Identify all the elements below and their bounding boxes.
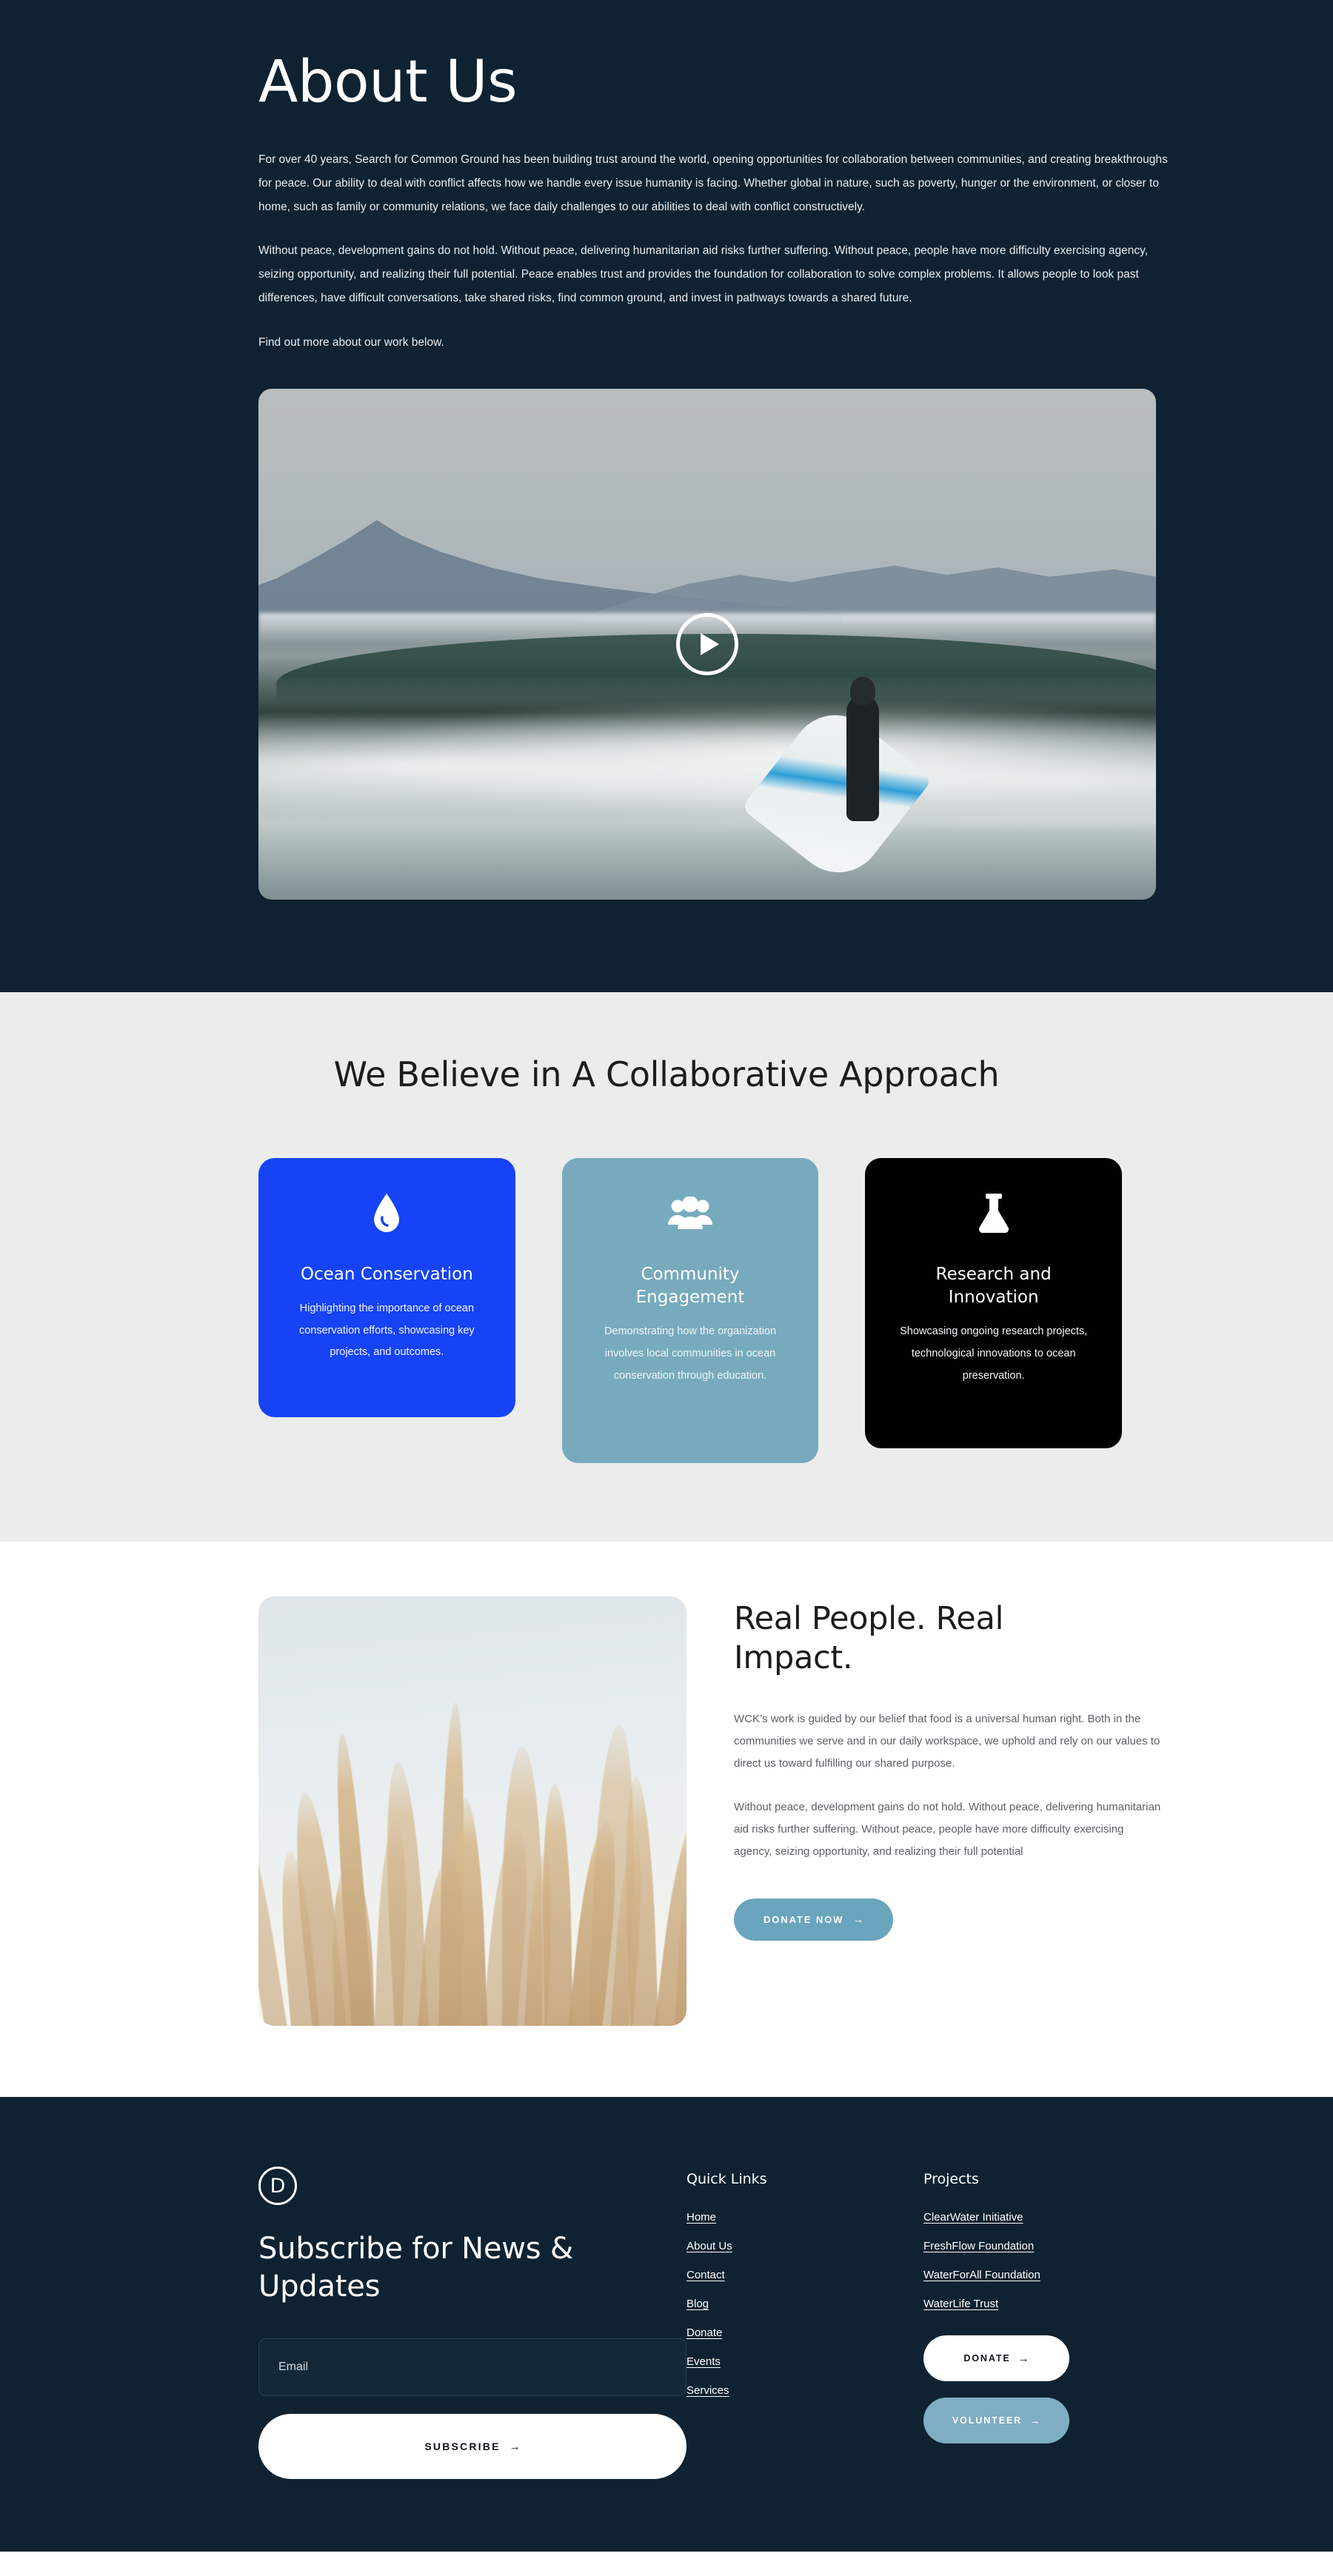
arrow-right-icon: → — [509, 2440, 521, 2453]
grass-blade — [541, 1783, 574, 2026]
projects-title: Projects — [923, 2171, 979, 2187]
video-player[interactable] — [258, 388, 1156, 900]
surfer-body — [846, 695, 879, 821]
brand-logo-letter: D — [270, 2174, 286, 2198]
footer-link-clearwater-initiative[interactable]: ClearWater Initiative — [923, 2211, 1168, 2224]
approach-card-title: Community Engagement — [635, 1265, 745, 1308]
arrow-right-icon: → — [1029, 2414, 1041, 2427]
sea-foam — [258, 705, 1156, 829]
real-people-heading: Real People. Real Impact. — [734, 1600, 1004, 1677]
hero-section: About Us For over 40 years, Search for C… — [0, 0, 1333, 992]
footer-link-waterlife-trust[interactable]: WaterLife Trust — [923, 2298, 1168, 2310]
approach-section: We Believe in A Collaborative Approach O… — [0, 992, 1333, 1542]
subscribe-button[interactable]: SUBSCRIBE → — [258, 2414, 686, 2480]
footer-link-freshflow-foundation[interactable]: FreshFlow Foundation — [923, 2240, 1168, 2252]
approach-card-body: Highlighting the importance of ocean con… — [298, 1302, 475, 1359]
quick-links-title: Quick Links — [686, 2171, 767, 2187]
real-people-paragraph-2: Without peace, development gains do not … — [734, 1800, 1161, 1859]
footer-column-projects: Projects ClearWater Initiative FreshFlow… — [923, 2167, 1168, 2479]
footer-link-blog[interactable]: Blog — [686, 2298, 923, 2310]
approach-card-body: Showcasing ongoing research projects, te… — [900, 1325, 1088, 1382]
pampas-grass-image — [258, 1596, 686, 2026]
footer: D Subscribe for News & Updates SUBSCRIBE… — [0, 2097, 1333, 2552]
real-people-paragraph-1: WCK’s work is guided by our belief that … — [734, 1712, 1160, 1770]
play-icon[interactable] — [676, 612, 738, 675]
footer-donate-label: DONATE — [963, 2353, 1011, 2363]
arrow-right-icon: → — [1018, 2352, 1029, 2365]
approach-card-title: Research and Innovation — [935, 1265, 1052, 1308]
page-title: About Us — [258, 49, 518, 116]
hero-paragraph-1: For over 40 years, Search for Common Gro… — [258, 153, 1168, 214]
approach-heading: We Believe in A Collaborative Approach — [333, 1054, 1000, 1094]
about-us-page: About Us For over 40 years, Search for C… — [0, 0, 1333, 2576]
email-field[interactable] — [258, 2338, 686, 2397]
real-people-section: Real People. Real Impact. WCK’s work is … — [0, 1542, 1333, 2097]
surfer-head — [849, 677, 875, 706]
footer-link-about-us[interactable]: About Us — [686, 2240, 923, 2252]
approach-card-research-and-innovation[interactable]: Research and Innovation Showcasing ongoi… — [865, 1158, 1123, 1448]
play-triangle — [701, 632, 719, 655]
footer-donate-button[interactable]: DONATE → — [923, 2335, 1069, 2381]
approach-card-body: Demonstrating how the organization invol… — [604, 1325, 777, 1382]
footer-link-home[interactable]: Home — [686, 2211, 923, 2224]
footer-link-contact[interactable]: Contact — [686, 2269, 923, 2281]
footer-volunteer-label: VOLUNTEER — [952, 2415, 1023, 2426]
footer-link-donate[interactable]: Donate — [686, 2326, 923, 2339]
donate-now-button[interactable]: DONATE NOW → — [734, 1898, 894, 1941]
footer-link-events[interactable]: Events — [686, 2355, 923, 2368]
newsletter-block: D Subscribe for News & Updates SUBSCRIBE… — [258, 2167, 686, 2480]
approach-card-ocean-conservation[interactable]: Ocean Conservation Highlighting the impo… — [258, 1158, 515, 1417]
footer-column-quick-links: Quick Links Home About Us Contact Blog D… — [686, 2167, 923, 2479]
footer-action-buttons: DONATE → VOLUNTEER → — [923, 2335, 1168, 2443]
arrow-right-icon: → — [852, 1913, 864, 1927]
footer-link-waterforall-foundation[interactable]: WaterForAll Foundation — [923, 2269, 1168, 2281]
approach-card-list: Ocean Conservation Highlighting the impo… — [211, 1158, 1123, 1463]
flask-icon — [890, 1191, 1097, 1237]
footer-link-services[interactable]: Services — [686, 2384, 923, 2397]
brand-logo-icon[interactable]: D — [258, 2167, 297, 2205]
people-group-icon — [587, 1191, 794, 1237]
water-drop-icon — [284, 1191, 490, 1237]
approach-card-title: Ocean Conservation — [300, 1265, 473, 1284]
hero-paragraph-2: Without peace, development gains do not … — [258, 244, 1149, 305]
approach-card-community-engagement[interactable]: Community Engagement Demonstrating how t… — [561, 1158, 819, 1463]
footer-volunteer-button[interactable]: VOLUNTEER → — [923, 2398, 1069, 2443]
hero-paragraph-3: Find out more about our work below. — [258, 335, 444, 349]
real-people-text: Real People. Real Impact. WCK’s work is … — [734, 1596, 1163, 2026]
donate-now-label: DONATE NOW — [764, 1914, 844, 1926]
newsletter-heading: Subscribe for News & Updates — [258, 2232, 573, 2304]
subscribe-label: SUBSCRIBE — [424, 2440, 501, 2453]
